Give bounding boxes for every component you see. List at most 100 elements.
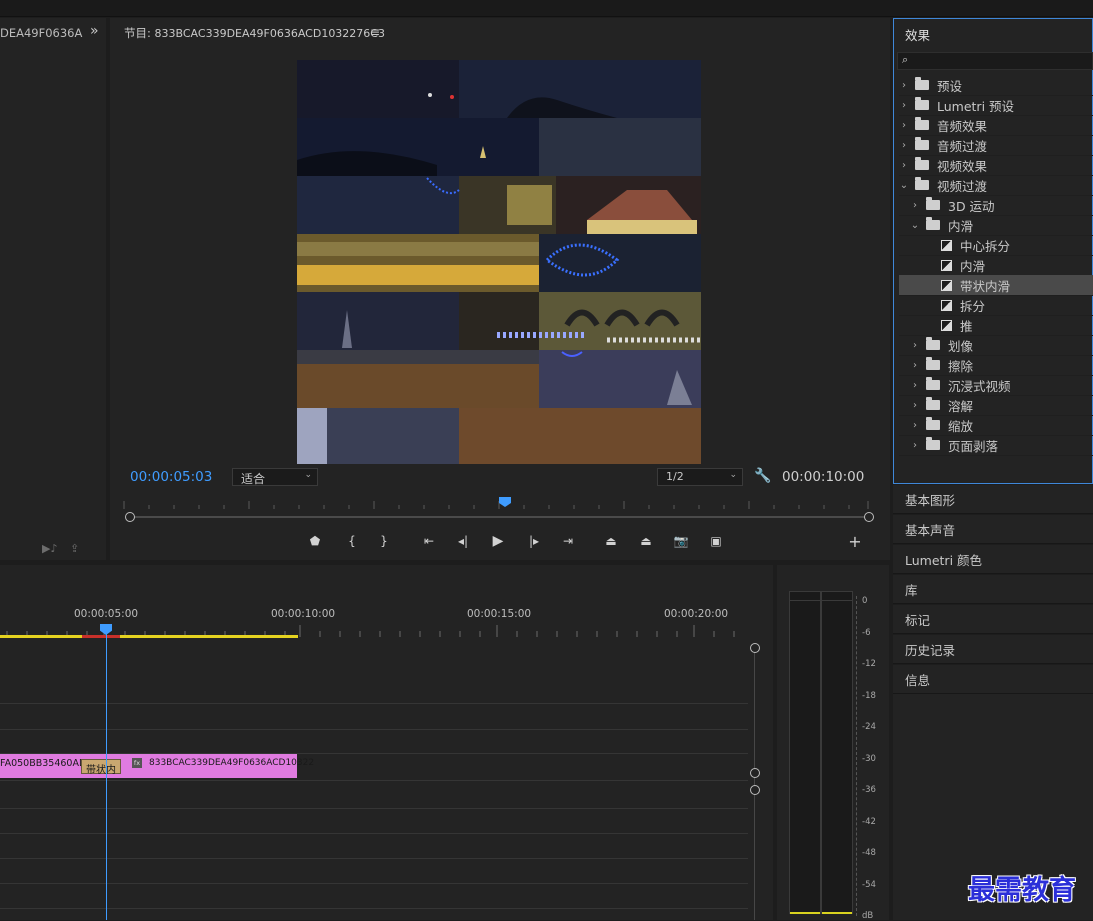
effects-item-label: 视频过渡	[937, 178, 988, 194]
extract-icon[interactable]: ⏏	[636, 532, 656, 550]
wrench-settings-icon[interactable]: 🔧	[754, 467, 771, 485]
program-monitor-title[interactable]: 节目: 833BCAC339DEA49F0636ACD1032276C3	[124, 25, 385, 41]
add-button-icon[interactable]: +	[845, 532, 865, 551]
side-panel-label: 历史记录	[905, 642, 956, 658]
monitor-time-ruler[interactable]	[122, 496, 870, 510]
effect-item[interactable]: 推	[899, 315, 1093, 336]
scroll-handle-mid1[interactable]	[750, 768, 760, 778]
side-panel-tab[interactable]: 历史记录	[893, 635, 1093, 664]
mark-out-icon[interactable]: }	[374, 532, 394, 550]
meter-scale-label: -30	[862, 753, 876, 764]
side-panel-tab[interactable]: 库	[893, 575, 1093, 604]
work-area-bar[interactable]	[0, 635, 298, 638]
zoom-handle-right[interactable]	[864, 512, 874, 522]
chevron-right-icon[interactable]: ›	[899, 100, 909, 111]
chevron-down-icon[interactable]: ⌄	[899, 180, 909, 191]
add-marker-icon[interactable]: ⬟	[305, 532, 325, 550]
program-current-time[interactable]: 00:00:05:03	[130, 469, 212, 485]
chevron-right-icon[interactable]: ›	[899, 80, 909, 91]
chevron-right-icon[interactable]: ›	[910, 340, 920, 351]
effects-folder[interactable]: › 沉浸式视频	[899, 375, 1093, 396]
effects-folder[interactable]: › 擦除	[899, 355, 1093, 376]
go-to-out-icon[interactable]: ⇥	[558, 532, 578, 550]
scroll-handle-top[interactable]	[750, 643, 760, 653]
chevron-right-icon[interactable]: ›	[899, 160, 909, 171]
folder-icon	[926, 197, 940, 210]
side-panel-tab[interactable]: 基本图形	[893, 485, 1093, 514]
folder-icon	[926, 377, 940, 390]
effects-folder[interactable]: › 音频过渡	[899, 135, 1093, 156]
effect-item[interactable]: 拆分	[899, 295, 1093, 316]
source-panel: DEA49F0636A » ▶♪ ⇪	[0, 18, 106, 560]
transition-effect-icon	[941, 319, 952, 331]
step-back-icon[interactable]: ◂|	[453, 532, 473, 550]
effects-item-label: 缩放	[948, 418, 974, 434]
panel-overflow-icon[interactable]: »	[90, 23, 99, 39]
transition-label: 带状内	[86, 765, 116, 776]
ruler-label-20s: 00:00:20:00	[664, 608, 729, 620]
chevron-right-icon[interactable]: ›	[910, 420, 920, 431]
track-separator	[0, 833, 748, 834]
chevron-right-icon[interactable]: ›	[910, 360, 920, 371]
zoom-handle-left[interactable]	[125, 512, 135, 522]
track-separator	[0, 780, 748, 781]
effects-panel: 效果 ⌕ › 预设 › Lumetri 预设 › 音频效果 › 音频过渡 › 视频效果 ⌄ 视频过渡 ›…	[893, 18, 1093, 484]
step-forward-icon[interactable]: |▸	[524, 532, 544, 550]
timeline-ruler[interactable]	[0, 622, 748, 637]
effects-folder[interactable]: ⌄ 视频过渡	[899, 175, 1093, 196]
monitor-zoom-bar[interactable]	[130, 516, 869, 518]
effects-folder[interactable]: › 视频效果	[899, 155, 1093, 176]
search-icon: ⌕	[902, 53, 909, 66]
lift-icon[interactable]: ⏏	[601, 532, 621, 550]
effects-item-label: 带状内滑	[960, 278, 1011, 294]
panel-menu-icon[interactable]: ≡	[370, 25, 380, 39]
source-panel-title[interactable]: DEA49F0636A	[0, 26, 82, 40]
effect-item[interactable]: 内滑	[899, 255, 1093, 276]
effects-tree: › 预设 › Lumetri 预设 › 音频效果 › 音频过渡 › 视频效果 ⌄ 视频过渡 › 3D 运动…	[899, 75, 1093, 465]
export-frame-icon[interactable]: ⇪	[70, 542, 79, 555]
effects-panel-title[interactable]: 效果	[905, 25, 930, 44]
chevron-right-icon[interactable]: ›	[899, 120, 909, 131]
transition-band-slide[interactable]: 带状内	[81, 759, 121, 776]
effect-item[interactable]: 中心拆分	[899, 235, 1093, 256]
resolution-select[interactable]: 1/2 ⌄	[657, 468, 743, 486]
meter-scale-label: -24	[862, 722, 876, 732]
effects-folder[interactable]: › 页面剥落	[899, 435, 1093, 456]
meter-scale-label: -48	[862, 848, 876, 858]
effects-folder[interactable]: › 预设	[899, 75, 1093, 96]
zoom-select[interactable]: 适合 ⌄	[232, 468, 318, 486]
effects-folder[interactable]: › 3D 运动	[899, 195, 1093, 216]
effects-folder[interactable]: ⌄ 内滑	[899, 215, 1093, 236]
side-panel-tab[interactable]: 信息	[893, 665, 1093, 694]
go-to-in-icon[interactable]: ⇤	[419, 532, 439, 550]
effects-folder[interactable]: › Lumetri 预设	[899, 95, 1093, 116]
play-icon[interactable]: ▶	[488, 532, 508, 550]
clip-right-name: 833BCAC339DEA49F0636ACD10322	[149, 758, 315, 768]
mark-in-icon[interactable]: {	[342, 532, 362, 550]
scroll-handle-mid2[interactable]	[750, 785, 760, 795]
effects-folder[interactable]: › 缩放	[899, 415, 1093, 436]
watermark-logo: 最需教育	[968, 875, 1076, 906]
side-panel-tab[interactable]: 基本声音	[893, 515, 1093, 544]
effects-search-field[interactable]: ⌕	[897, 52, 1093, 70]
chevron-right-icon[interactable]: ›	[910, 440, 920, 451]
insert-audio-icon[interactable]: ▶♪	[42, 542, 57, 555]
track-separator	[0, 883, 748, 884]
meter-scale-label: -36	[862, 785, 876, 795]
effects-folder[interactable]: › 音频效果	[899, 115, 1093, 136]
video-clip-right[interactable]: fx 833BCAC339DEA49F0636ACD10322	[104, 754, 314, 778]
effect-item[interactable]: 带状内滑	[899, 275, 1093, 296]
export-frame-camera-icon[interactable]: 📷	[671, 532, 691, 550]
chevron-right-icon[interactable]: ›	[910, 400, 920, 411]
effects-folder[interactable]: › 划像	[899, 335, 1093, 356]
chevron-right-icon[interactable]: ›	[899, 140, 909, 151]
sequence-name: 833BCAC339DEA49F0636ACD1032276C3	[154, 27, 385, 40]
side-panel-tab[interactable]: Lumetri 颜色	[893, 545, 1093, 574]
effects-folder[interactable]: › 溶解	[899, 395, 1093, 416]
side-panel-tab[interactable]: 标记	[893, 605, 1093, 634]
chevron-down-icon[interactable]: ⌄	[910, 220, 920, 231]
chevron-right-icon[interactable]: ›	[910, 200, 920, 211]
comparison-view-icon[interactable]: ▣	[706, 532, 726, 550]
chevron-right-icon[interactable]: ›	[910, 380, 920, 391]
timeline-scrollbar-track[interactable]	[754, 648, 755, 920]
